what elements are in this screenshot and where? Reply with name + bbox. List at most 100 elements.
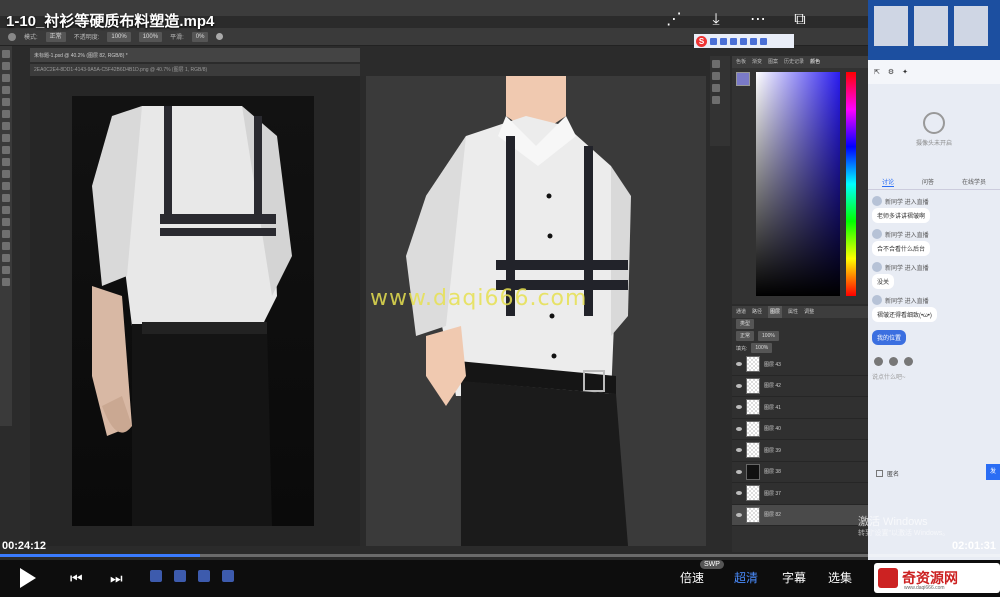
speed-button[interactable]: 倍速 [680, 569, 704, 586]
ps-canvas-area[interactable] [30, 76, 706, 546]
layer-row[interactable]: 图层 41 [732, 397, 868, 419]
hue-slider[interactable] [846, 72, 856, 296]
zoom-tool-icon[interactable] [2, 278, 10, 286]
sogou-logo-icon[interactable]: S [696, 35, 707, 47]
layer-kind-select[interactable]: 类型 [736, 319, 755, 329]
subtitle-button[interactable]: 字幕 [782, 569, 806, 586]
tab-discussion[interactable]: 讨论 [881, 177, 894, 187]
eye-icon[interactable] [736, 426, 742, 431]
move-tool-icon[interactable] [2, 50, 10, 58]
my-position[interactable]: 我的位置 [872, 328, 996, 345]
layer-row[interactable]: 图层 39 [732, 440, 868, 462]
eraser-tool-icon[interactable] [2, 170, 10, 178]
lasso-tool-icon[interactable] [2, 74, 10, 82]
shape-tool-icon[interactable] [2, 254, 10, 262]
doc-tab-active[interactable]: 未标题-1.psd @ 40.2% (图层 82, RGB/8) * [34, 52, 128, 59]
opacity-field[interactable]: 100% [107, 31, 131, 42]
eye-icon[interactable] [736, 405, 742, 410]
ime-grid-icon[interactable] [760, 37, 767, 45]
layer-row[interactable]: 图层 40 [732, 419, 868, 440]
image-icon[interactable] [904, 357, 913, 366]
ime-punct-icon[interactable] [720, 37, 727, 45]
eye-icon[interactable] [736, 362, 742, 367]
eye-icon[interactable] [736, 512, 742, 517]
exit-icon[interactable]: ⇱ [874, 68, 880, 76]
tab-swatches[interactable]: 色板 [736, 56, 746, 68]
saturation-picker[interactable] [756, 72, 840, 296]
tab-history[interactable]: 历史记录 [784, 56, 804, 68]
ime-keyboard-icon[interactable] [740, 37, 747, 45]
share-icon[interactable]: ⋰ [664, 10, 684, 30]
next-icon[interactable]: ⏭ [110, 570, 126, 586]
foreground-color-swatch[interactable] [736, 72, 750, 86]
layer-opacity-field[interactable]: 100% [758, 331, 779, 341]
dodge-tool-icon[interactable] [2, 206, 10, 214]
gear-icon[interactable] [216, 33, 224, 40]
episodes-button[interactable]: 选集 [828, 569, 852, 586]
emoji-icon[interactable] [874, 357, 883, 366]
healing-tool-icon[interactable] [2, 122, 10, 130]
gradient-tool-icon[interactable] [2, 182, 10, 190]
type-tool-icon[interactable] [2, 230, 10, 238]
ref-doc-tab[interactable]: 2EA0C2E4-8DD1-4143-9A5A-C5F42B6D4B1D.png… [30, 64, 360, 76]
desktop-icon[interactable] [954, 6, 988, 46]
hand-tool-icon[interactable] [2, 266, 10, 274]
tab-gradients[interactable]: 渐变 [752, 56, 762, 68]
stamp-tool-icon[interactable] [2, 146, 10, 154]
eye-icon[interactable] [736, 469, 742, 474]
mode-select[interactable]: 正常 [45, 31, 66, 42]
desktop-icon[interactable] [874, 6, 908, 46]
magic-wand-icon[interactable] [2, 86, 10, 94]
eyedropper-icon[interactable] [2, 110, 10, 118]
taskbar-app-icon[interactable] [198, 570, 210, 582]
settings-icon[interactable]: ⚙ [888, 68, 894, 76]
crop-tool-icon[interactable] [2, 98, 10, 106]
history-brush-icon[interactable] [2, 158, 10, 166]
anonymous-checkbox[interactable] [876, 469, 883, 477]
marquee-tool-icon[interactable] [2, 62, 10, 70]
tab-qa[interactable]: 问答 [922, 177, 934, 186]
taskbar-app-icon[interactable] [150, 570, 162, 582]
chat-input[interactable]: 说点什么吧~ [872, 372, 996, 422]
fill-field[interactable]: 100% [751, 343, 773, 353]
ime-moon-icon[interactable] [710, 37, 717, 45]
taskbar-app-icon[interactable] [174, 570, 186, 582]
play-button[interactable] [20, 568, 36, 588]
artwork-canvas[interactable] [366, 76, 706, 546]
layer-row[interactable]: 图层 37 [732, 483, 868, 505]
layer-row[interactable]: 图层 43 [732, 354, 868, 376]
more-icon[interactable]: ⋯ [748, 10, 768, 30]
quality-button[interactable]: 超清 [734, 569, 758, 586]
smooth-field[interactable]: 0% [191, 31, 209, 42]
desktop-icon[interactable] [914, 6, 948, 46]
swp-badge[interactable]: SWP [700, 560, 724, 569]
gift-icon[interactable] [889, 357, 898, 366]
layer-row-selected[interactable]: 图层 82 [732, 504, 868, 526]
flow-field[interactable]: 100% [138, 31, 163, 42]
brush-tool-icon[interactable] [8, 32, 16, 41]
layer-row[interactable]: 图层 38 [732, 462, 868, 483]
pip-icon[interactable]: ⧉ [790, 10, 810, 30]
ime-mic-icon[interactable] [730, 37, 737, 45]
brush-tool-icon[interactable] [2, 134, 10, 142]
ime-shirt-icon[interactable] [750, 37, 757, 45]
previous-icon[interactable]: ⏮ [70, 570, 86, 586]
tab-channels[interactable]: 通道 [736, 306, 746, 318]
tab-paths[interactable]: 路径 [752, 306, 762, 318]
adjust-icon[interactable] [712, 72, 720, 80]
tab-layers[interactable]: 图层 [768, 306, 783, 318]
pen-tool-icon[interactable] [2, 218, 10, 226]
pin-icon[interactable]: ✦ [902, 68, 908, 76]
reference-document[interactable] [30, 76, 360, 546]
tab-color[interactable]: 颜色 [810, 56, 820, 68]
my-position-button[interactable]: 我的位置 [872, 330, 907, 345]
tab-properties[interactable]: 属性 [788, 306, 798, 318]
progress-bar[interactable] [0, 554, 1000, 557]
tab-patterns[interactable]: 图案 [768, 56, 778, 68]
path-select-icon[interactable] [2, 242, 10, 250]
send-button[interactable]: 发 [986, 464, 1000, 480]
blend-mode-select[interactable]: 正常 [736, 331, 755, 341]
blur-tool-icon[interactable] [2, 194, 10, 202]
taskbar-app-icon[interactable] [222, 570, 234, 582]
character-icon[interactable] [712, 96, 720, 104]
